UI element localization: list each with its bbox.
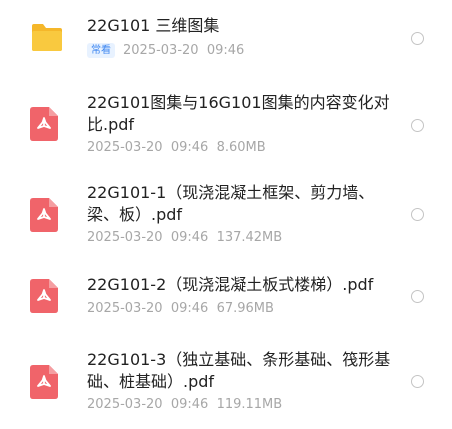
file-size: 8.60MB — [216, 140, 266, 155]
pdf-icon — [30, 365, 58, 399]
file-meta: 2025-03-20 09:46 67.96MB — [87, 300, 274, 318]
file-time: 09:46 — [170, 301, 209, 316]
folder-icon — [32, 24, 62, 51]
file-size: 137.42MB — [216, 230, 283, 245]
file-meta: 2025-03-20 09:46 137.42MB — [87, 229, 282, 247]
file-name: 22G101图集与16G101图集的内容变化对比.pdf — [87, 93, 390, 134]
pdf-icon — [30, 279, 58, 313]
file-time: 09:46 — [170, 140, 209, 155]
file-row-folder[interactable]: 22G101 三维图集 常看 2025-03-20 09:46 — [0, 0, 452, 80]
file-meta: 2025-03-20 09:46 119.11MB — [87, 396, 282, 414]
file-name: 22G101-3（独立基础、条形基础、筏形基础、桩基础）.pdf — [87, 350, 391, 391]
select-radio[interactable] — [411, 208, 424, 221]
file-size: 67.96MB — [216, 301, 274, 316]
select-radio[interactable] — [411, 375, 424, 388]
file-time: 09:46 — [206, 43, 245, 58]
file-time: 09:46 — [170, 397, 209, 412]
file-list: 22G101 三维图集 常看 2025-03-20 09:46 22G101图集与… — [0, 0, 452, 429]
file-meta: 常看 2025-03-20 09:46 — [87, 42, 244, 60]
file-name: 22G101-2（现浇混凝土板式楼梯）.pdf — [87, 275, 374, 294]
select-radio[interactable] — [411, 119, 424, 132]
file-date: 2025-03-20 — [87, 301, 163, 316]
pdf-icon — [30, 107, 58, 141]
frequent-badge: 常看 — [87, 43, 115, 58]
select-radio[interactable] — [411, 32, 424, 45]
file-name: 22G101-1（现浇混凝土框架、剪力墙、梁、板）.pdf — [87, 183, 375, 224]
file-time: 09:46 — [170, 230, 209, 245]
file-date: 2025-03-20 — [123, 43, 199, 58]
file-size: 119.11MB — [216, 397, 283, 412]
file-meta: 2025-03-20 09:46 8.60MB — [87, 139, 266, 157]
file-date: 2025-03-20 — [87, 397, 163, 412]
file-row-pdf[interactable]: 22G101-3（独立基础、条形基础、筏形基础、桩基础）.pdf 2025-03… — [0, 336, 452, 429]
pdf-icon — [30, 198, 58, 232]
file-row-pdf[interactable]: 22G101-1（现浇混凝土框架、剪力墙、梁、板）.pdf 2025-03-20… — [0, 170, 452, 256]
file-date: 2025-03-20 — [87, 230, 163, 245]
file-row-pdf[interactable]: 22G101图集与16G101图集的内容变化对比.pdf 2025-03-20 … — [0, 80, 452, 170]
file-date: 2025-03-20 — [87, 140, 163, 155]
select-radio[interactable] — [411, 290, 424, 303]
file-row-pdf[interactable]: 22G101-2（现浇混凝土板式楼梯）.pdf 2025-03-20 09:46… — [0, 256, 452, 336]
file-name: 22G101 三维图集 — [87, 16, 220, 35]
